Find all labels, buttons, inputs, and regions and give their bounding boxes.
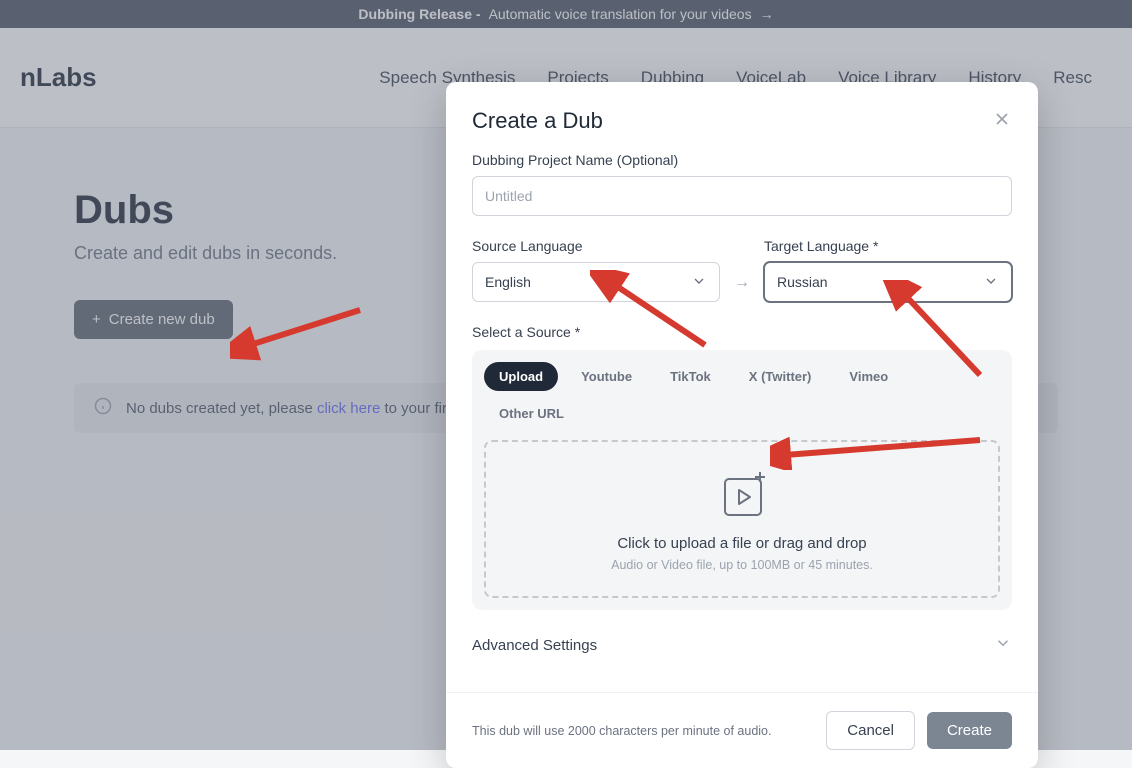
advanced-label: Advanced Settings <box>472 637 597 654</box>
footer-note: This dub will use 2000 characters per mi… <box>472 724 771 738</box>
modal-title: Create a Dub <box>472 108 603 134</box>
tab-x[interactable]: X (Twitter) <box>734 362 827 391</box>
select-source-label: Select a Source * <box>472 324 1012 340</box>
source-lang-col: Source Language English <box>472 238 720 302</box>
project-name-label: Dubbing Project Name (Optional) <box>472 152 1012 168</box>
target-lang-value: Russian <box>777 274 828 290</box>
drop-sub-text: Audio or Video file, up to 100MB or 45 m… <box>506 558 978 572</box>
video-upload-icon <box>716 470 768 521</box>
create-button[interactable]: Create <box>927 712 1012 749</box>
language-row: Source Language English → Target Languag… <box>472 238 1012 302</box>
source-lang-value: English <box>485 274 531 290</box>
tab-tiktok[interactable]: TikTok <box>655 362 726 391</box>
source-tabs: Upload Youtube TikTok X (Twitter) Vimeo … <box>484 362 1000 428</box>
target-lang-col: Target Language * Russian <box>764 238 1012 302</box>
target-language-select[interactable]: Russian <box>764 262 1012 302</box>
drop-main-text: Click to upload a file or drag and drop <box>506 535 978 552</box>
close-icon[interactable] <box>992 109 1012 134</box>
arrow-right-icon: → <box>734 274 750 292</box>
target-lang-label: Target Language * <box>764 238 1012 254</box>
tab-youtube[interactable]: Youtube <box>566 362 647 391</box>
tab-other-url[interactable]: Other URL <box>484 399 579 428</box>
chevron-down-icon <box>994 634 1012 656</box>
source-language-select[interactable]: English <box>472 262 720 302</box>
project-name-input[interactable] <box>472 176 1012 216</box>
modal-header: Create a Dub <box>446 82 1038 152</box>
chevron-down-icon <box>691 273 707 292</box>
chevron-down-icon <box>983 273 999 292</box>
cancel-button[interactable]: Cancel <box>826 711 915 750</box>
tab-vimeo[interactable]: Vimeo <box>834 362 903 391</box>
create-dub-modal: Create a Dub Dubbing Project Name (Optio… <box>446 82 1038 768</box>
modal-footer: This dub will use 2000 characters per mi… <box>446 692 1038 768</box>
file-drop-zone[interactable]: Click to upload a file or drag and drop … <box>484 440 1000 598</box>
advanced-settings-toggle[interactable]: Advanced Settings <box>472 610 1012 666</box>
tab-upload[interactable]: Upload <box>484 362 558 391</box>
modal-body: Dubbing Project Name (Optional) Source L… <box>446 152 1038 692</box>
source-box: Upload Youtube TikTok X (Twitter) Vimeo … <box>472 350 1012 610</box>
source-lang-label: Source Language <box>472 238 720 254</box>
